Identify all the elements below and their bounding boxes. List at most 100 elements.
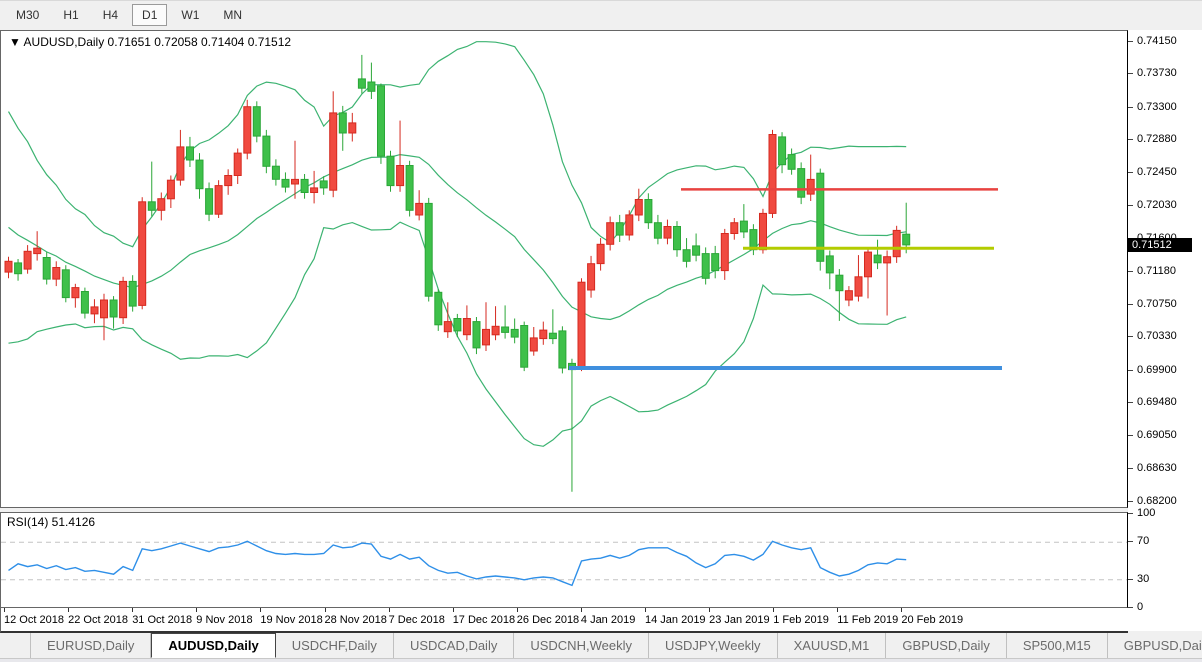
date-tick-label: 19 Nov 2018: [260, 614, 322, 626]
rsi-tick-mark: [1128, 579, 1133, 580]
rsi-tick-mark: [1128, 541, 1133, 542]
chart-tab-xauusd-m1[interactable]: XAUUSD,M1: [778, 633, 887, 658]
price-tick-label: 0.69480: [1137, 396, 1177, 408]
timeframe-button-h1[interactable]: H1: [53, 4, 88, 26]
date-tick-label: 28 Nov 2018: [325, 614, 387, 626]
candle-body: [358, 79, 365, 88]
candle-body: [368, 82, 375, 91]
price-tick-label: 0.72450: [1137, 166, 1177, 178]
candle-body: [454, 319, 461, 331]
timeframe-button-m30[interactable]: M30: [6, 4, 49, 26]
date-tick-label: 17 Dec 2018: [453, 614, 515, 626]
chart-tab-audusd-daily[interactable]: AUDUSD,Daily: [151, 633, 275, 658]
date-tick-mark: [645, 608, 646, 612]
date-tick-mark: [453, 608, 454, 612]
rsi-tick-mark: [1128, 607, 1133, 608]
candle-body: [635, 200, 642, 216]
timeframe-button-h4[interactable]: H4: [93, 4, 128, 26]
candle-body: [874, 255, 881, 263]
candle-body: [81, 292, 88, 314]
candle-body: [826, 256, 833, 273]
price-tick-label: 0.68630: [1137, 462, 1177, 474]
date-tick-mark: [325, 608, 326, 612]
candle-body: [463, 319, 470, 335]
chart-tab-usdjpy-weekly[interactable]: USDJPY,Weekly: [649, 633, 778, 658]
candle-body: [177, 147, 184, 180]
candle-body: [731, 223, 738, 234]
main-chart-panel[interactable]: ▼ AUDUSD,Daily 0.71651 0.72058 0.71404 0…: [0, 30, 1128, 508]
price-tick-mark: [1128, 139, 1133, 140]
date-tick-mark: [837, 608, 838, 612]
rsi-line: [9, 541, 907, 585]
price-tick-label: 0.72030: [1137, 199, 1177, 211]
date-tick-mark: [709, 608, 710, 612]
price-tick-mark: [1128, 41, 1133, 42]
candle-body: [349, 123, 356, 133]
chart-tab-sp500-m15[interactable]: SP500,M15: [1007, 633, 1108, 658]
price-tick-label: 0.69900: [1137, 364, 1177, 376]
candle-body: [693, 246, 700, 255]
rsi-tick-label: 100: [1137, 507, 1155, 519]
chart-title: ▼ AUDUSD,Daily 0.71651 0.72058 0.71404 0…: [9, 35, 291, 49]
candle-body: [645, 200, 652, 223]
price-tick-mark: [1128, 468, 1133, 469]
price-tick-label: 0.71180: [1137, 265, 1176, 277]
candle-body: [712, 254, 719, 271]
candle-body: [187, 147, 194, 160]
candle-body: [120, 281, 127, 317]
candle-body: [836, 275, 843, 291]
candle-body: [607, 223, 614, 245]
candle-body: [483, 329, 490, 345]
date-tick-mark: [4, 608, 5, 612]
candle-body: [244, 107, 251, 153]
rsi-chart[interactable]: RSI(14) 51.4126: [1, 513, 1127, 607]
chart-tab-gbpusd-daily[interactable]: GBPUSD,Daily: [1108, 633, 1202, 658]
candle-body: [549, 333, 556, 338]
price-tick-label: 0.70750: [1137, 298, 1177, 310]
price-tick-mark: [1128, 501, 1133, 502]
candle-body: [101, 300, 108, 318]
chart-tab-gbpusd-daily[interactable]: GBPUSD,Daily: [886, 633, 1006, 658]
candle-body: [597, 244, 604, 263]
date-tick-mark: [196, 608, 197, 612]
date-tick-label: 20 Feb 2019: [901, 614, 963, 626]
date-tick-label: 12 Oct 2018: [4, 614, 64, 626]
rsi-indicator-panel[interactable]: RSI(14) 51.4126: [0, 512, 1128, 608]
candle-body: [311, 188, 318, 193]
candle-body: [578, 282, 585, 366]
candle-body: [807, 179, 814, 194]
chart-tab-bar: EURUSD,DailyAUDUSD,DailyUSDCHF,DailyUSDC…: [0, 633, 1202, 659]
timeframe-button-d1[interactable]: D1: [132, 4, 167, 26]
timeframe-button-mn[interactable]: MN: [213, 4, 252, 26]
rsi-label: RSI(14) 51.4126: [7, 515, 95, 529]
candle-body: [740, 221, 747, 232]
date-tick-label: 23 Jan 2019: [709, 614, 770, 626]
candle-body: [158, 199, 165, 211]
date-tick-label: 31 Oct 2018: [132, 614, 192, 626]
candle-body: [282, 179, 289, 187]
candle-body: [292, 179, 299, 184]
candlestick-chart[interactable]: ▼ AUDUSD,Daily 0.71651 0.72058 0.71404 0…: [1, 31, 1127, 507]
candle-body: [215, 186, 222, 215]
price-axis: 0.71512 0.741500.737300.733000.728800.72…: [1128, 30, 1202, 631]
candle-body: [855, 277, 862, 296]
date-tick-label: 9 Nov 2018: [196, 614, 252, 626]
chart-tab-usdcad-daily[interactable]: USDCAD,Daily: [394, 633, 514, 658]
price-tick-mark: [1128, 370, 1133, 371]
date-tick-mark: [260, 608, 261, 612]
candle-body: [769, 135, 776, 214]
candle-body: [502, 327, 509, 332]
candle-body: [654, 223, 661, 239]
date-tick-mark: [68, 608, 69, 612]
chart-tab-eurusd-daily[interactable]: EURUSD,Daily: [30, 633, 151, 658]
candle-body: [540, 330, 547, 339]
timeframe-button-w1[interactable]: W1: [171, 4, 209, 26]
chart-tab-usdcnh-weekly[interactable]: USDCNH,Weekly: [514, 633, 649, 658]
rsi-tick-label: 30: [1137, 573, 1149, 585]
candle-body: [779, 137, 786, 165]
date-tick-mark: [581, 608, 582, 612]
candle-body: [62, 270, 69, 298]
date-tick-label: 14 Jan 2019: [645, 614, 706, 626]
candle-body: [616, 223, 623, 235]
chart-tab-usdchf-daily[interactable]: USDCHF,Daily: [276, 633, 394, 658]
